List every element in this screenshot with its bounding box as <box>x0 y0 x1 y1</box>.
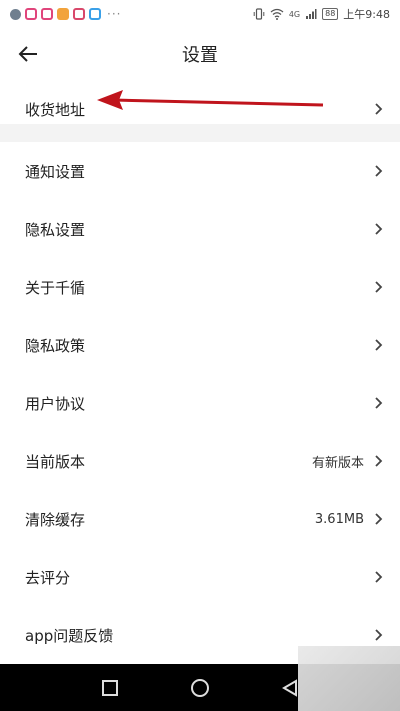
settings-menu-list: 通知设置 隐私设置 关于千循 隐私政策 用户协议 当前版本 有新版本 清除缓存 … <box>0 142 400 664</box>
chevron-right-icon <box>374 338 384 352</box>
menu-item-label: 隐私政策 <box>25 336 86 355</box>
chevron-right-icon <box>374 396 384 410</box>
menu-item-label: 通知设置 <box>25 162 86 181</box>
menu-item-clear-cache[interactable]: 清除缓存 3.61MB <box>0 490 400 548</box>
chevron-right-icon <box>374 102 384 116</box>
arrow-left-icon <box>18 46 37 62</box>
square-icon <box>102 679 118 696</box>
title-bar: 设置 <box>0 28 400 80</box>
menu-item-label: 隐私设置 <box>25 220 86 239</box>
battery-indicator: 88 <box>322 8 339 20</box>
app-notification-icon <box>41 8 53 20</box>
chevron-right-icon <box>374 222 384 236</box>
recent-apps-button[interactable] <box>95 673 125 703</box>
signal-icon <box>306 9 317 19</box>
menu-item-privacy-settings[interactable]: 隐私设置 <box>0 200 400 258</box>
app-notification-icon <box>73 8 85 20</box>
version-status: 有新版本 <box>311 455 364 471</box>
chevron-right-icon <box>374 628 384 642</box>
home-button[interactable] <box>185 673 215 703</box>
page-title: 设置 <box>182 45 218 66</box>
section-divider <box>0 124 400 142</box>
app-notification-icon <box>89 8 101 20</box>
app-notification-icon <box>25 8 37 20</box>
menu-item-label: 用户协议 <box>25 394 86 413</box>
cache-size: 3.61MB <box>314 511 364 527</box>
network-type: 4G <box>288 9 301 19</box>
chevron-right-icon <box>374 512 384 526</box>
circle-icon <box>191 678 209 697</box>
menu-item-label: app问题反馈 <box>25 626 114 645</box>
app-notification-icon <box>57 8 69 20</box>
menu-item-privacy-policy[interactable]: 隐私政策 <box>0 316 400 374</box>
menu-item-user-agreement[interactable]: 用户协议 <box>0 374 400 432</box>
chat-bubble-icon <box>10 8 21 20</box>
status-time: 上午9:48 <box>343 8 390 21</box>
wifi-icon <box>270 8 284 20</box>
menu-item-label: 清除缓存 <box>25 510 86 529</box>
chevron-right-icon <box>374 570 384 584</box>
menu-item-about[interactable]: 关于千循 <box>0 258 400 316</box>
chevron-right-icon <box>374 164 384 178</box>
status-right: 4G 88 上午9:48 <box>253 6 390 22</box>
menu-item-label: 收货地址 <box>25 100 86 119</box>
vibrate-icon <box>253 8 265 20</box>
menu-item-current-version[interactable]: 当前版本 有新版本 <box>0 432 400 490</box>
menu-item-rate-app[interactable]: 去评分 <box>0 548 400 606</box>
menu-item-label: 关于千循 <box>25 278 86 297</box>
menu-item-label: 当前版本 <box>25 452 86 471</box>
back-button[interactable] <box>14 40 42 68</box>
more-dots-icon: ··· <box>107 7 122 21</box>
chevron-right-icon <box>374 454 384 468</box>
menu-item-notification-settings[interactable]: 通知设置 <box>0 142 400 200</box>
watermark-overlay <box>298 646 400 711</box>
chevron-right-icon <box>374 280 384 294</box>
notification-icons: ··· <box>10 7 121 21</box>
status-bar: ··· 4G 88 上午9:48 <box>0 0 400 28</box>
menu-item-label: 去评分 <box>25 568 71 587</box>
triangle-icon <box>282 678 297 697</box>
